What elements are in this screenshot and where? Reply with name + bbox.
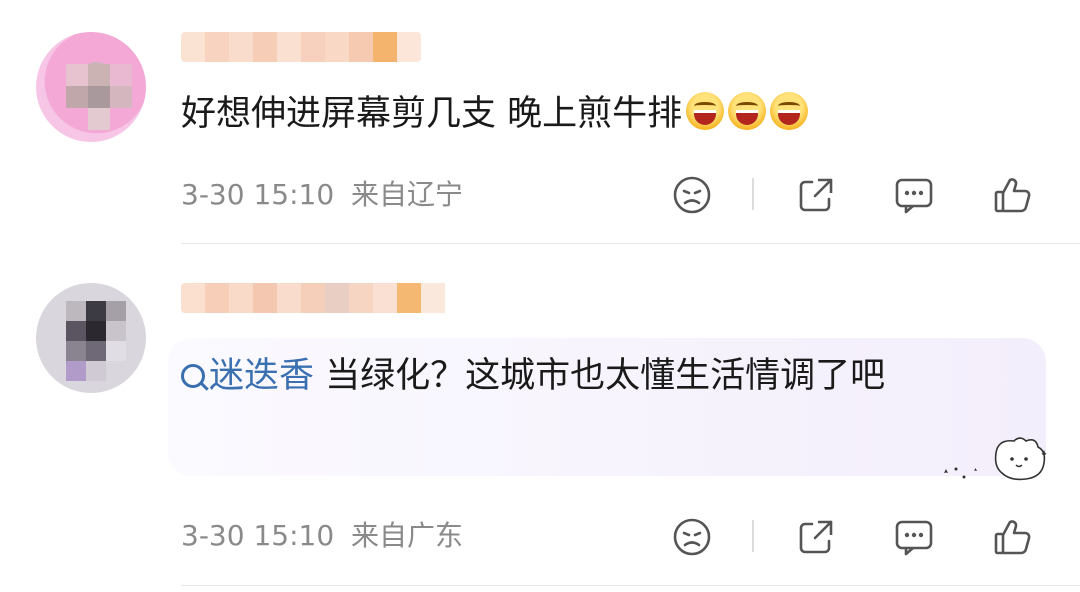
comment-divider (181, 243, 1080, 244)
comment-body: 好想伸进屏幕剪几支 晚上煎牛排 (181, 94, 683, 134)
sad-face-icon[interactable] (670, 515, 714, 559)
comment-icon[interactable] (892, 173, 936, 217)
comment-item: 好想伸进屏幕剪几支 晚上煎牛排 3-30 15:10 来自辽宁 (0, 0, 1080, 244)
comment-actions (0, 170, 1080, 220)
like-icon[interactable] (990, 173, 1034, 217)
like-icon[interactable] (990, 515, 1034, 559)
comment-divider (181, 585, 1080, 586)
username-blurred[interactable] (181, 32, 421, 62)
comment-icon[interactable] (892, 515, 936, 559)
laugh-emoji-icon (770, 92, 809, 130)
share-icon[interactable] (794, 515, 838, 559)
comment-text: 迷迭香 当绿化？这城市也太懂生活情调了吧 (181, 350, 1021, 402)
topic-label: 迷迭香 (209, 356, 315, 396)
sad-face-icon[interactable] (670, 173, 714, 217)
share-icon[interactable] (794, 173, 838, 217)
avatar[interactable] (36, 283, 146, 393)
comment-text: 好想伸进屏幕剪几支 晚上煎牛排 (181, 88, 809, 140)
divider (752, 178, 754, 210)
search-icon (181, 364, 205, 388)
divider (752, 520, 754, 552)
laugh-emoji-icon (686, 92, 725, 130)
comment-item: 迷迭香 当绿化？这城市也太懂生活情调了吧 3-30 15:10 来自广东 (0, 245, 1080, 592)
bear-sticker-icon (944, 437, 1047, 481)
username-blurred[interactable] (181, 283, 451, 313)
avatar[interactable] (36, 32, 146, 142)
laugh-emoji-icon (728, 92, 767, 130)
comment-actions (0, 512, 1080, 562)
comment-body: 当绿化？这城市也太懂生活情调了吧 (314, 356, 886, 396)
topic-link[interactable]: 迷迭香 (181, 356, 314, 396)
